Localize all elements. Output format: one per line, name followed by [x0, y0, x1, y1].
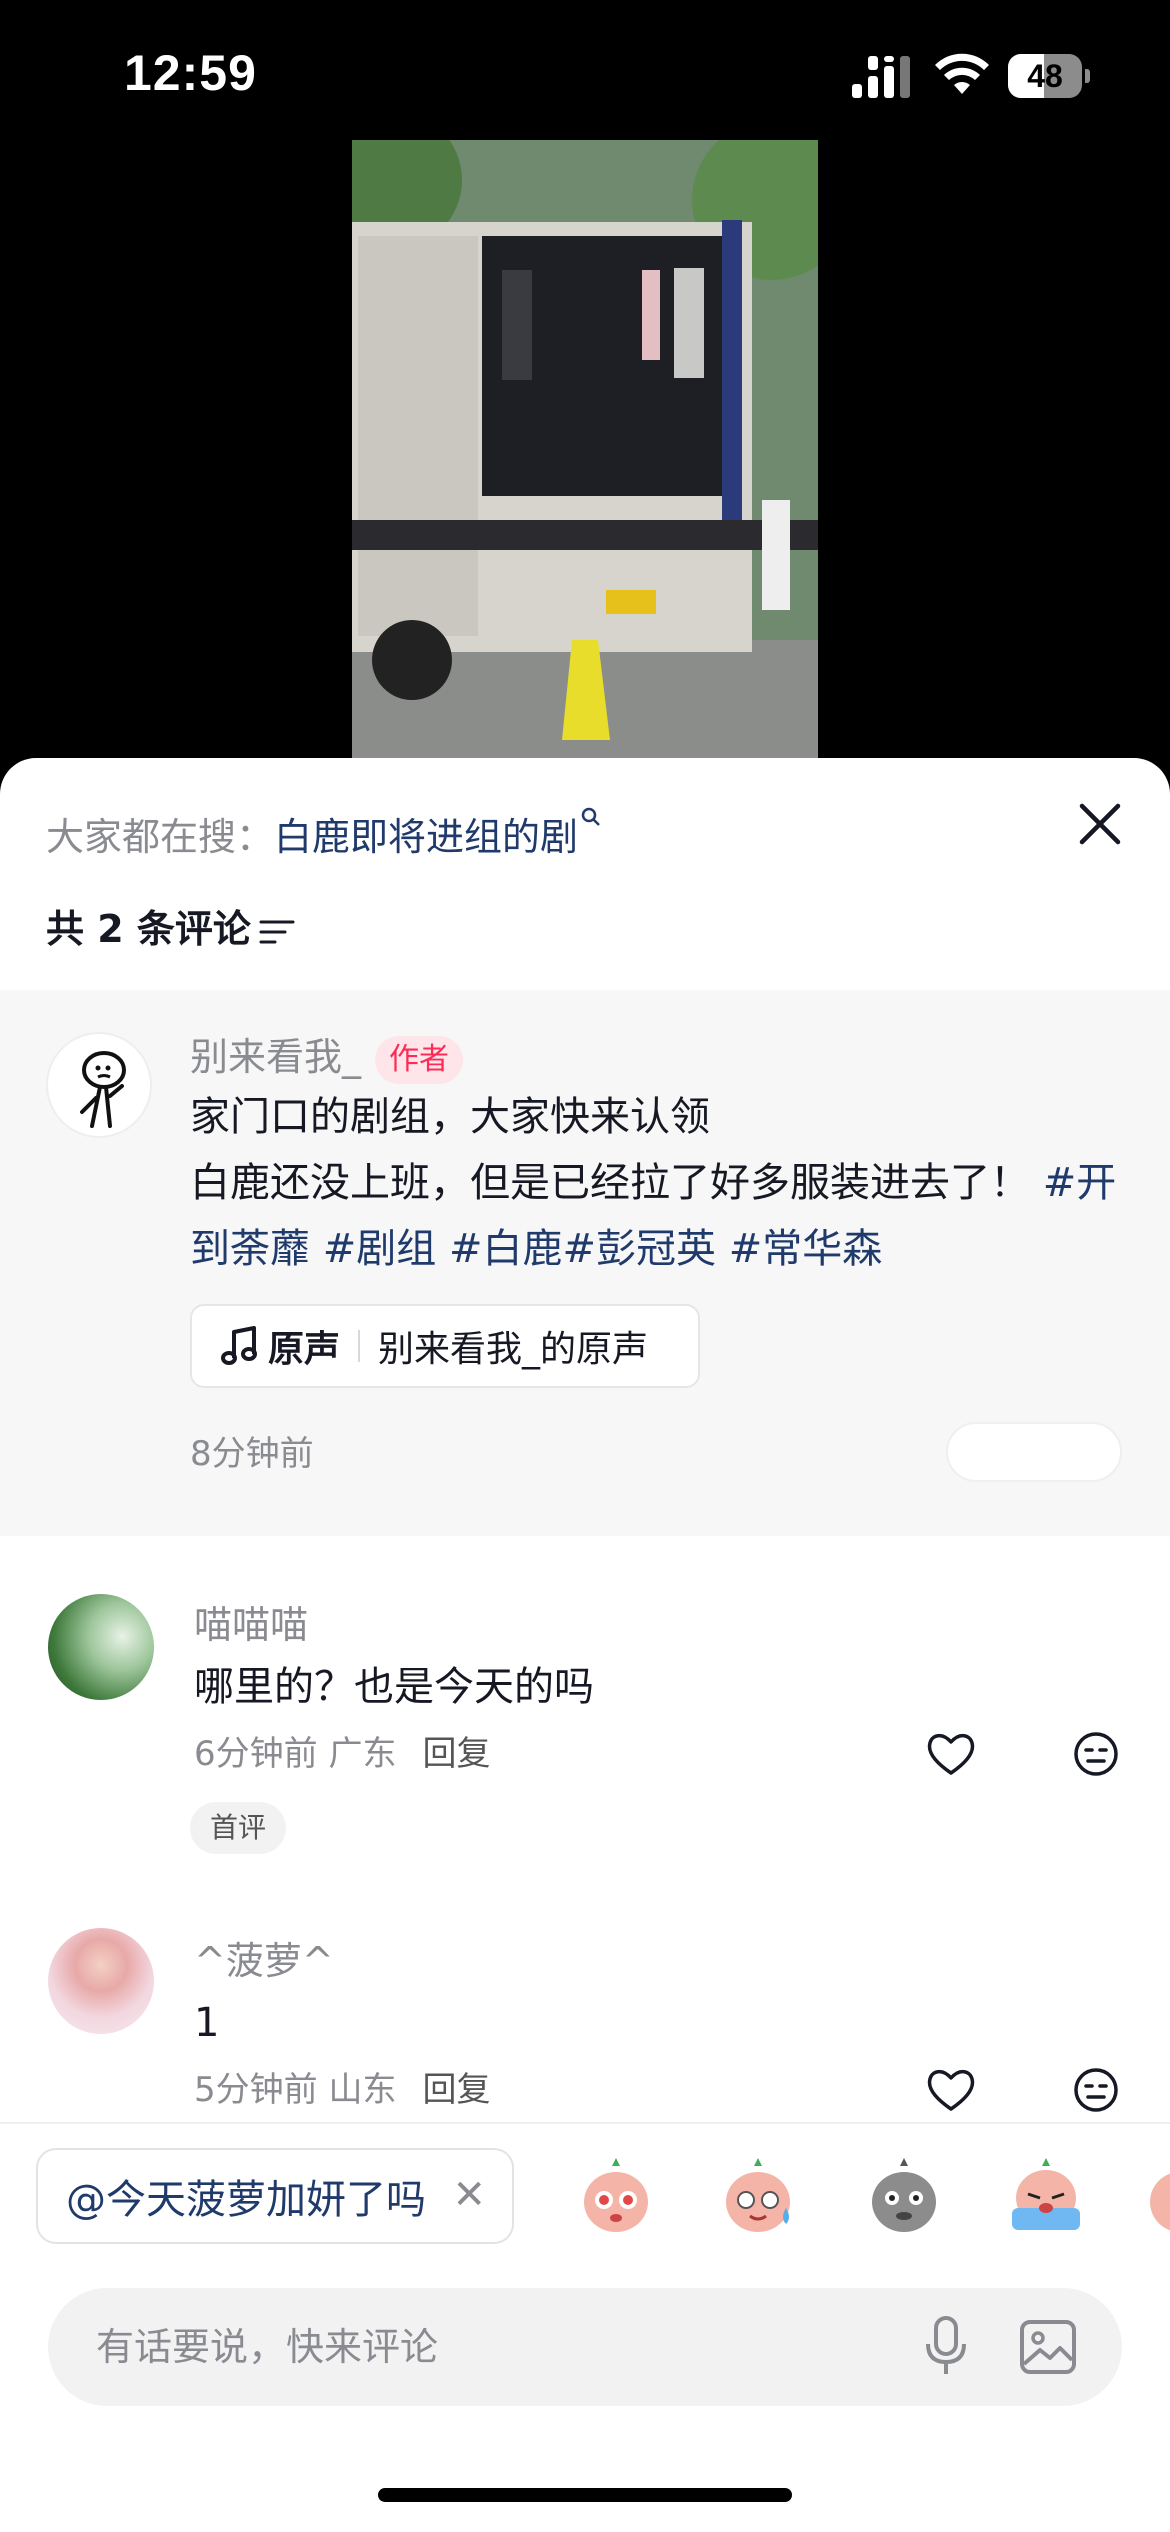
hashtag-3[interactable]: #白鹿: [449, 1226, 563, 1272]
comment-location: 山东: [328, 2070, 397, 2110]
commenter-avatar[interactable]: [48, 1594, 154, 1700]
comment-time: 6分钟前: [194, 1734, 318, 1774]
search-icon: [581, 807, 600, 826]
home-indicator[interactable]: [378, 2488, 792, 2502]
trending-search-keyword[interactable]: 白鹿即将进组的剧: [274, 815, 578, 859]
commenter-username[interactable]: ^菠萝^: [194, 1930, 334, 1985]
author-comment-line-1: 家门口的剧组，大家快来认领: [190, 1094, 710, 1140]
hashtag-5[interactable]: #常华森: [729, 1226, 883, 1272]
wifi-icon: [935, 53, 989, 94]
comment-count[interactable]: 共 2 条评论: [46, 898, 295, 953]
microphone-icon[interactable]: [920, 2314, 972, 2380]
author-action-pill[interactable]: [946, 1422, 1122, 1482]
commenter-avatar[interactable]: [48, 1928, 154, 2034]
image-icon[interactable]: [1018, 2318, 1078, 2376]
battery-level: 48: [1027, 58, 1063, 94]
sticker-gray-icon[interactable]: [862, 2156, 946, 2236]
trending-search[interactable]: 大家都在搜：白鹿即将进组的剧: [46, 806, 602, 861]
sticker-pineapple-icon[interactable]: [574, 2156, 658, 2236]
like-icon[interactable]: [926, 1730, 976, 1776]
comment-composer: @今天菠萝加妍了吗 ✕: [0, 2122, 1170, 2532]
sticker-crying-icon[interactable]: [1004, 2156, 1088, 2236]
video-frame: [352, 140, 818, 760]
comment-count-label: 共 2 条评论: [46, 907, 251, 951]
hashtag-4[interactable]: #彭冠英: [562, 1226, 716, 1272]
author-badge: 作者: [375, 1035, 464, 1084]
author-comment-text: 家门口的剧组，大家快来认领 白鹿还没上班，但是已经拉了好多服装进去了！ #开到荼…: [190, 1084, 1130, 1282]
comment-meta: 5分钟前 山东 回复: [194, 2062, 490, 2111]
comment-input-bar[interactable]: [48, 2288, 1122, 2406]
sticker-sweat-icon[interactable]: [716, 2156, 800, 2236]
sound-divider: [358, 1330, 361, 1362]
status-time: 12:59: [124, 45, 257, 101]
reply-button[interactable]: 回复: [422, 1734, 490, 1774]
status-bar: 12:59 48: [0, 0, 1170, 140]
sound-title: 别来看我_的原声: [378, 1329, 649, 1370]
trending-search-prefix: 大家都在搜：: [46, 815, 275, 859]
comment-location: 广东: [328, 1734, 397, 1774]
commenter-username[interactable]: 喵喵喵: [194, 1594, 308, 1649]
like-icon[interactable]: [926, 2066, 976, 2112]
signal-icon: [852, 56, 910, 98]
hashtag-2[interactable]: #剧组: [323, 1226, 437, 1272]
comment-text: 1: [194, 2000, 220, 2046]
video-player[interactable]: [352, 140, 818, 760]
dislike-emoji-icon[interactable]: [1072, 1730, 1120, 1778]
music-note-icon: [221, 1326, 257, 1365]
sound-label: 原声: [268, 1329, 341, 1370]
mention-remove-icon[interactable]: ✕: [452, 2172, 486, 2218]
original-sound-chip[interactable]: 原声 别来看我_的原声: [190, 1304, 700, 1388]
comment-input[interactable]: [96, 2288, 896, 2406]
author-post: 别来看我_ 作者 家门口的剧组，大家快来认领 白鹿还没上班，但是已经拉了好多服装进…: [0, 990, 1170, 1536]
author-comment-line-2: 白鹿还没上班，但是已经拉了好多服装进去了！: [190, 1160, 1030, 1206]
comment-text: 哪里的？也是今天的吗: [194, 1664, 594, 1710]
first-comment-badge: 首评: [190, 1802, 286, 1854]
comment-time: 5分钟前: [194, 2070, 318, 2110]
battery-icon: 48: [1008, 54, 1090, 98]
author-comment-time: 8分钟前: [190, 1434, 314, 1474]
sticker-partial-icon[interactable]: [1150, 2156, 1170, 2236]
author-username[interactable]: 别来看我_: [190, 1035, 361, 1079]
close-icon[interactable]: [1074, 798, 1126, 850]
sort-icon[interactable]: [259, 917, 295, 947]
reply-button[interactable]: 回复: [422, 2070, 490, 2110]
comment-meta: 6分钟前 广东 回复: [194, 1726, 490, 1775]
mention-text: @今天菠萝加妍了吗: [66, 2177, 426, 2223]
mention-chip[interactable]: @今天菠萝加妍了吗 ✕: [36, 2148, 514, 2244]
dislike-emoji-icon[interactable]: [1072, 2066, 1120, 2114]
author-avatar[interactable]: [46, 1032, 152, 1138]
author-username-row[interactable]: 别来看我_ 作者: [190, 1026, 464, 1084]
